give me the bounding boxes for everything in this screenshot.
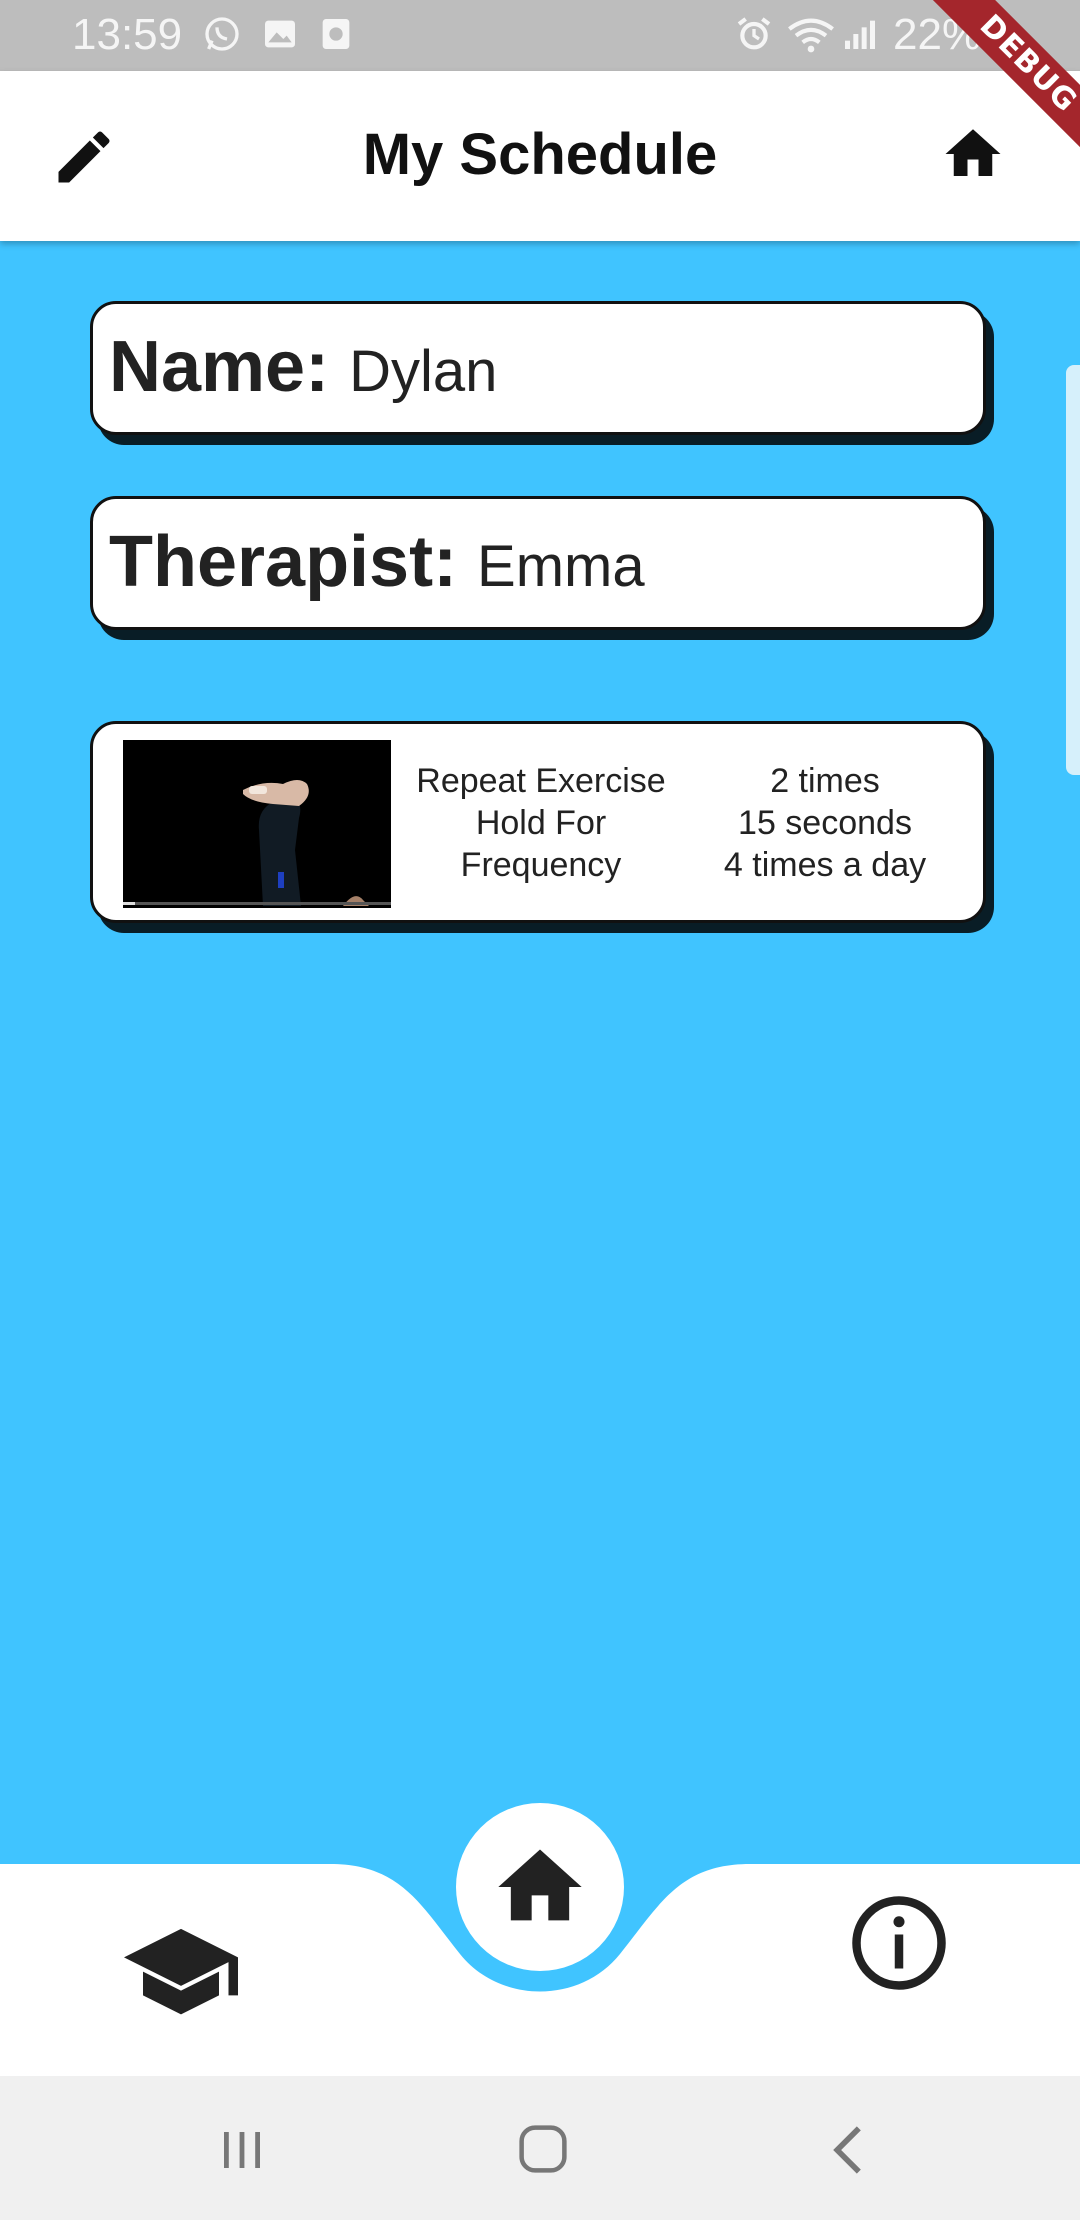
home-circle-icon[interactable] — [516, 2122, 570, 2176]
debug-banner: DEBUG — [900, 0, 1080, 180]
fab-home-button[interactable] — [456, 1803, 624, 1971]
exercise-value-repeat: 2 times — [770, 762, 880, 800]
therapist-label: Therapist: — [109, 522, 458, 602]
exercise-video-thumbnail[interactable] — [123, 740, 391, 908]
wifi-icon — [788, 18, 834, 53]
exercise-card[interactable]: Repeat Exercise Hold For Frequency 2 tim… — [90, 721, 986, 923]
image-icon — [265, 20, 295, 48]
therapist-value: Emma — [477, 534, 645, 599]
hand-exercise-image — [123, 740, 391, 908]
name-label: Name: — [109, 327, 330, 407]
recent-apps-icon[interactable] — [218, 2126, 266, 2174]
signal-icon — [845, 20, 875, 49]
exercise-labels: Repeat Exercise Hold For Frequency — [413, 760, 669, 886]
exercise-value-hold: 15 seconds — [738, 804, 912, 842]
therapist-card: Therapist: Emma — [90, 496, 986, 630]
screenshot-icon — [322, 19, 350, 49]
bottom-nav — [0, 1803, 1080, 2076]
exercise-label-hold: Hold For — [475, 804, 607, 842]
info-icon[interactable] — [848, 1892, 950, 1994]
status-time: 13:59 — [72, 10, 183, 59]
exercise-label-frequency: Frequency — [460, 846, 622, 884]
exercise-values: 2 times 15 seconds 4 times a day — [697, 760, 953, 886]
scrollbar[interactable] — [1066, 365, 1080, 775]
system-nav-bar — [0, 2076, 1080, 2220]
home-icon[interactable] — [490, 1837, 590, 1937]
exercise-value-frequency: 4 times a day — [723, 846, 927, 884]
whatsapp-icon — [205, 17, 239, 51]
name-value: Dylan — [349, 339, 498, 404]
alarm-icon — [737, 17, 771, 50]
exercise-label-repeat: Repeat Exercise — [416, 762, 666, 800]
graduation-cap-icon[interactable] — [124, 1924, 238, 2024]
debug-label: DEBUG — [920, 0, 1080, 172]
name-card: Name: Dylan — [90, 301, 986, 435]
back-icon[interactable] — [826, 2124, 870, 2176]
